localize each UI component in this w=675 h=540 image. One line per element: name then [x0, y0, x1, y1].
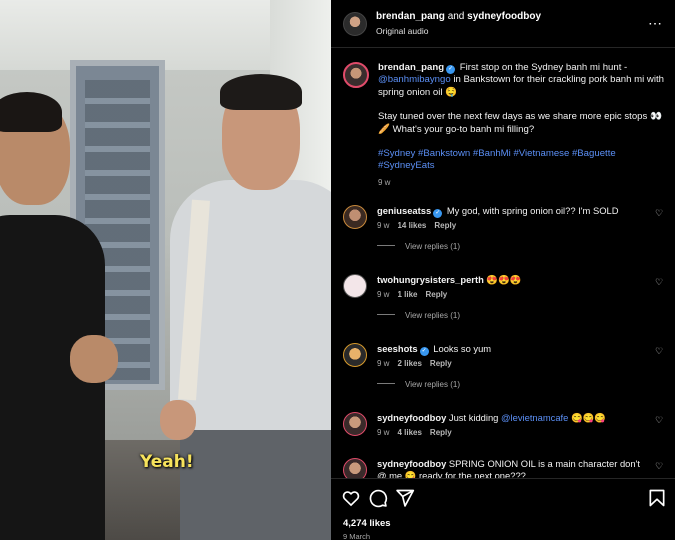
comment-username[interactable]: seeshots: [377, 343, 418, 354]
comment-meta: 9 w 1 like Reply: [377, 290, 455, 299]
more-icon: ⋯: [648, 15, 662, 31]
comment-username[interactable]: geniuseatss: [377, 205, 431, 216]
comment-mention[interactable]: @levietnamcafe: [501, 412, 568, 423]
heart-icon: ♡: [655, 208, 664, 218]
heart-icon: ♡: [655, 277, 664, 287]
view-replies-button[interactable]: View replies (1): [377, 380, 460, 389]
caption-mention[interactable]: @banhmibayngo: [378, 74, 451, 85]
post-header: brendan_pang and sydneyfoodboy Original …: [331, 0, 675, 48]
share-icon: [396, 489, 415, 507]
comment-username[interactable]: sydneyfoodboy: [377, 458, 446, 469]
replies-divider: [377, 314, 395, 315]
comment-likes[interactable]: 2 likes: [397, 359, 421, 368]
comment-avatar[interactable]: [343, 412, 367, 436]
more-options-button[interactable]: ⋯: [647, 15, 663, 31]
view-replies-label: View replies (1): [405, 242, 460, 251]
comment-body: geniuseatss ✓ My god, with spring onion o…: [377, 205, 642, 218]
comment-text: My god, with spring onion oil?? I'm SOLD: [446, 205, 619, 216]
likes-count[interactable]: 4,274 likes: [343, 518, 391, 529]
header-names: brendan_pang and sydneyfoodboy: [376, 11, 541, 22]
post-actions: 4,274 likes 9 March: [331, 478, 675, 540]
comment-meta: 9 w 14 likes Reply: [377, 221, 464, 230]
comment-avatar[interactable]: [343, 205, 367, 229]
comment-body: twohungrysisters_perth 😍😍😍: [377, 274, 642, 286]
person-right-hair: [220, 74, 302, 110]
caption-text: brendan_pang ✓ First stop on the Sydney b…: [378, 62, 666, 189]
post-panel: brendan_pang and sydneyfoodboy Original …: [331, 0, 675, 540]
comment-avatar[interactable]: [343, 343, 367, 367]
comment-body: sydneyfoodboy Just kidding @levietnamcaf…: [377, 412, 642, 424]
caption-author-avatar[interactable]: [343, 62, 369, 88]
comment-likes[interactable]: 14 likes: [397, 221, 426, 230]
comment-like-button[interactable]: ♡: [655, 415, 665, 425]
person-right-legs: [180, 420, 331, 540]
person-right-hand: [160, 400, 196, 440]
view-replies-label: View replies (1): [405, 380, 460, 389]
heart-icon: ♡: [655, 346, 664, 356]
comment-likes[interactable]: 1 like: [397, 290, 417, 299]
heart-icon: [342, 491, 360, 507]
caption-username[interactable]: brendan_pang: [378, 62, 444, 73]
comment-text: 😍😍😍: [486, 274, 522, 285]
comment-age: 9 w: [377, 359, 390, 368]
video-subtitle: Yeah!: [140, 452, 194, 472]
caption-paragraph-2: Stay tuned over the next few days as we …: [378, 111, 662, 135]
comment-body: seeshots ✓ Looks so yum: [377, 343, 642, 356]
share-button[interactable]: [395, 488, 415, 508]
caption-line1: First stop on the Sydney banh mi hunt -: [459, 62, 628, 73]
caption-hashtags[interactable]: #Sydney #Bankstown #BanhMi #Vietnamese #…: [378, 148, 666, 173]
post-date: 9 March: [343, 532, 371, 540]
heart-icon: ♡: [655, 461, 664, 471]
verified-icon: ✓: [446, 65, 456, 74]
heart-icon: ♡: [655, 415, 664, 425]
comment-meta: 9 w 4 likes Reply: [377, 428, 460, 437]
reply-button[interactable]: Reply: [425, 290, 447, 299]
comment-icon: [369, 489, 388, 508]
caption-age: 9 w: [378, 177, 391, 187]
comment-text: Looks so yum: [433, 343, 492, 354]
person-left-hands: [70, 335, 118, 383]
comment-like-button[interactable]: ♡: [655, 208, 665, 218]
comment-text: Just kidding: [448, 412, 499, 423]
comment-button[interactable]: [368, 488, 388, 508]
comment-age: 9 w: [377, 290, 390, 299]
replies-divider: [377, 383, 395, 384]
replies-divider: [377, 245, 395, 246]
and-label: and: [447, 11, 465, 22]
comment-like-button[interactable]: ♡: [655, 461, 665, 471]
author-username[interactable]: brendan_pang: [376, 11, 445, 22]
view-replies-label: View replies (1): [405, 311, 460, 320]
reply-button[interactable]: Reply: [430, 359, 452, 368]
comment-username[interactable]: twohungrysisters_perth: [377, 274, 484, 285]
view-replies-button[interactable]: View replies (1): [377, 311, 460, 320]
view-replies-button[interactable]: View replies (1): [377, 242, 460, 251]
collaborator-username[interactable]: sydneyfoodboy: [467, 11, 541, 22]
comment-username[interactable]: sydneyfoodboy: [377, 412, 446, 423]
audio-label[interactable]: Original audio: [376, 26, 428, 36]
video-player[interactable]: Yeah!: [0, 0, 331, 540]
comment-like-button[interactable]: ♡: [655, 346, 665, 356]
verified-icon: ✓: [419, 347, 429, 356]
reply-button[interactable]: Reply: [434, 221, 456, 230]
author-avatar[interactable]: [343, 12, 367, 36]
comment-avatar[interactable]: [343, 274, 367, 298]
comment-age: 9 w: [377, 428, 390, 437]
bookmark-icon: [649, 489, 665, 507]
comment-emoji: 😋😋😋: [571, 412, 607, 423]
comment-likes[interactable]: 4 likes: [397, 428, 421, 437]
comment-like-button[interactable]: ♡: [655, 277, 665, 287]
comment-meta: 9 w 2 likes Reply: [377, 359, 460, 368]
verified-icon: ✓: [433, 209, 443, 218]
person-left-hair: [0, 92, 62, 132]
comment-age: 9 w: [377, 221, 390, 230]
reply-button[interactable]: Reply: [430, 428, 452, 437]
like-button[interactable]: [341, 488, 361, 508]
save-button[interactable]: [647, 488, 667, 508]
